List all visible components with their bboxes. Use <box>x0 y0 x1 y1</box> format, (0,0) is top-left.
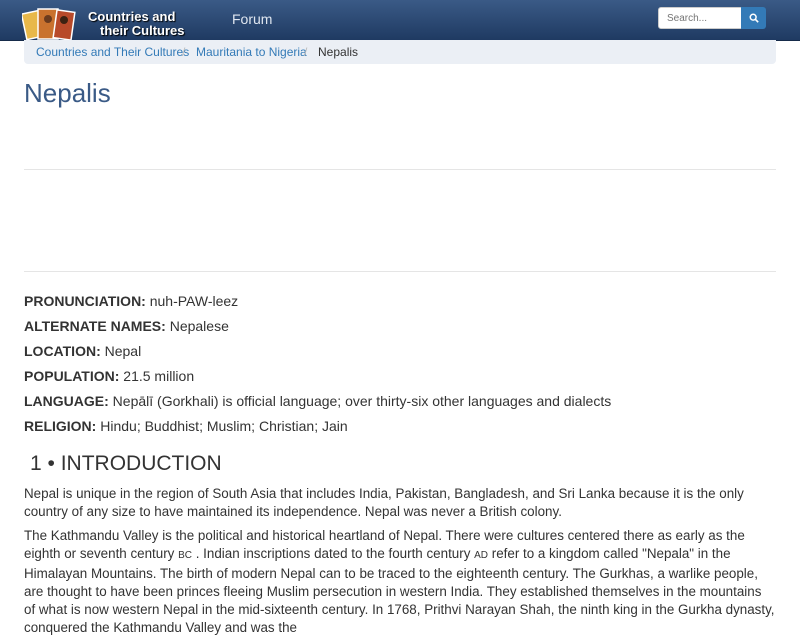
era-abbrev: AD <box>474 550 489 561</box>
fact-value: nuh-PAW-leez <box>149 293 239 309</box>
fact-label: POPULATION: <box>24 368 120 384</box>
fact-label: PRONUNCIATION: <box>24 293 146 309</box>
paragraph-history: The Kathmandu Valley is the political an… <box>24 527 776 637</box>
fact-pronunciation: PRONUNCIATION: nuh-PAW-leez <box>24 289 611 314</box>
site-logo[interactable]: Countries and their Cultures <box>22 4 222 44</box>
logo-picture <box>22 8 76 41</box>
search-icon <box>749 13 759 23</box>
fact-label: ALTERNATE NAMES: <box>24 318 166 334</box>
logo-line-2: their Cultures <box>100 23 185 38</box>
facts-list: PRONUNCIATION: nuh-PAW-leez ALTERNATE NA… <box>24 289 611 439</box>
breadcrumb-separator: / <box>182 45 186 59</box>
logo-text: Countries and their Cultures <box>88 10 185 38</box>
search-button[interactable] <box>741 7 766 29</box>
fact-religion: RELIGION: Hindu; Buddhist; Muslim; Chris… <box>24 414 611 439</box>
fact-value: Nepālī (Gorkhali) is official language; … <box>112 393 612 409</box>
breadcrumb-separator: / <box>304 45 308 59</box>
top-navbar: Countries and their Cultures Forum <box>0 0 800 41</box>
fact-value: Nepalese <box>169 318 229 334</box>
fact-value: Nepal <box>104 343 142 359</box>
section-title: 1 • INTRODUCTION <box>30 452 222 475</box>
logo-line-1: Countries and <box>88 9 176 24</box>
fact-population: POPULATION: 21.5 million <box>24 364 611 389</box>
fact-value: 21.5 million <box>123 368 195 384</box>
paragraph-intro: Nepal is unique in the region of South A… <box>24 486 744 519</box>
fact-label: LOCATION: <box>24 343 101 359</box>
nav-forum-link[interactable]: Forum <box>232 11 272 27</box>
fact-location: LOCATION: Nepal <box>24 339 611 364</box>
divider <box>24 271 776 272</box>
era-abbrev: BC <box>178 550 192 561</box>
breadcrumb-link-countries[interactable]: Countries and Their Cultures <box>36 45 189 59</box>
fact-alternate-names: ALTERNATE NAMES: Nepalese <box>24 314 611 339</box>
search-input[interactable] <box>658 7 744 29</box>
breadcrumb-link-mauritania[interactable]: Mauritania to Nigeria <box>196 45 307 59</box>
breadcrumb: Countries and Their Cultures / Mauritani… <box>24 40 776 64</box>
page-title: Nepalis <box>24 78 111 108</box>
fact-language: LANGUAGE: Nepālī (Gorkhali) is official … <box>24 389 611 414</box>
fact-value: Hindu; Buddhist; Muslim; Christian; Jain <box>100 418 348 434</box>
divider <box>24 169 776 170</box>
paragraph-text: . Indian inscriptions dated to the fourt… <box>192 546 475 561</box>
fact-label: RELIGION: <box>24 418 97 434</box>
breadcrumb-current: Nepalis <box>318 45 359 59</box>
fact-label: LANGUAGE: <box>24 393 109 409</box>
search-form <box>658 7 766 29</box>
